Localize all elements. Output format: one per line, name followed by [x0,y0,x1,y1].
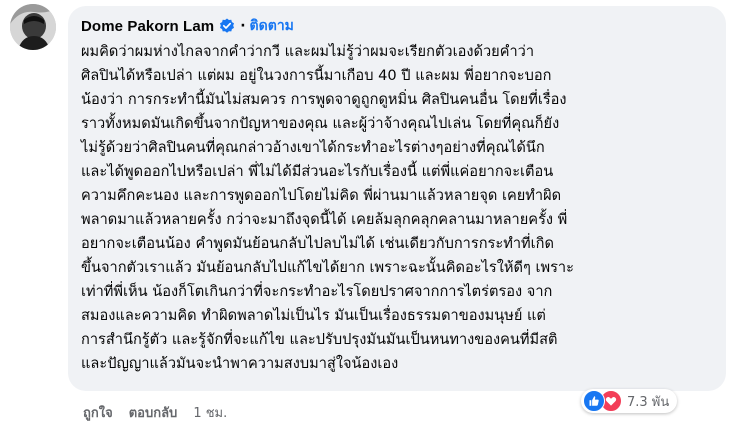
avatar-photo [10,4,56,50]
comment-line: ความคึกคะนอง และการพูดออกไปโดยไม่คิด พี่… [81,187,562,204]
author-name[interactable]: Dome Pakorn Lam [81,18,214,35]
comment-line: พลาดมาแล้วหลายครั้ง กว่าจะมาถึงจุดนี้ได้… [81,211,568,228]
comment-bubble: Dome Pakorn Lam · ติดตาม ผมคิดว่าผมห่างไ… [68,6,726,391]
comment-line: ผมคิดว่าผมห่างไกลจากคำว่ากวี และผมไม่รู้… [81,43,535,60]
comment-line: เท่าที่พี่เห็น น้องก็โตเกินกว่าที่จะกระท… [81,283,553,300]
comment-line: ขึ้นจากตัวเราแล้ว มันย้อนกลับไปแก้ไขได้ย… [81,259,574,276]
comment-line: การสำนึกรู้ตัว และรู้จักที่จะแก้ไข และปร… [81,331,558,348]
comment-line: ราวทั้งหมดมันเกิดขึ้นจากปัญหาของคุณ และผ… [81,115,560,132]
like-icon [583,390,605,412]
comment-actions: ถูกใจ ตอบกลับ 1 ชม. [83,402,227,423]
avatar[interactable] [10,4,56,50]
reaction-summary[interactable]: 7.3 พัน [581,389,678,413]
like-button[interactable]: ถูกใจ [83,402,113,423]
reaction-count: 7.3 พัน [627,394,670,410]
reply-button[interactable]: ตอบกลับ [129,402,178,423]
comment-line: อยากจะเตือนน้อง คำพูดมันย้อนกลับไปลบไม่ไ… [81,235,554,252]
separator-dot: · [240,18,246,34]
verified-badge-icon [219,18,235,34]
follow-button[interactable]: ติดตาม [250,15,294,37]
comment-line: ไม่รู้ด้วยว่าศิลปินคนที่คุณกล่าวอ้างเขาไ… [81,139,545,156]
comment-header: Dome Pakorn Lam · ติดตาม [81,15,714,37]
comment-line: น้องว่า การกระทำนี้มันไม่สมควร การพูดจาด… [81,91,567,108]
comment-line: และได้พูดออกไปหรือเปล่า พี่ไม่ได้มีส่วนอ… [81,163,554,180]
comment-line: และปัญญาแล้วมันจะนำพาความสงบมาสู่ใจน้องเ… [81,355,399,372]
timestamp[interactable]: 1 ชม. [193,402,227,423]
comment-line: สมองและความคิด ทำผิดพลาดไม่เป็นไร มันเป็… [81,307,546,324]
comment-line: ศิลปินได้หรือเปล่า แต่ผม อยู่ในวงการนี้ม… [81,67,552,84]
comment-text: ผมคิดว่าผมห่างไกลจากคำว่ากวี และผมไม่รู้… [81,40,714,376]
